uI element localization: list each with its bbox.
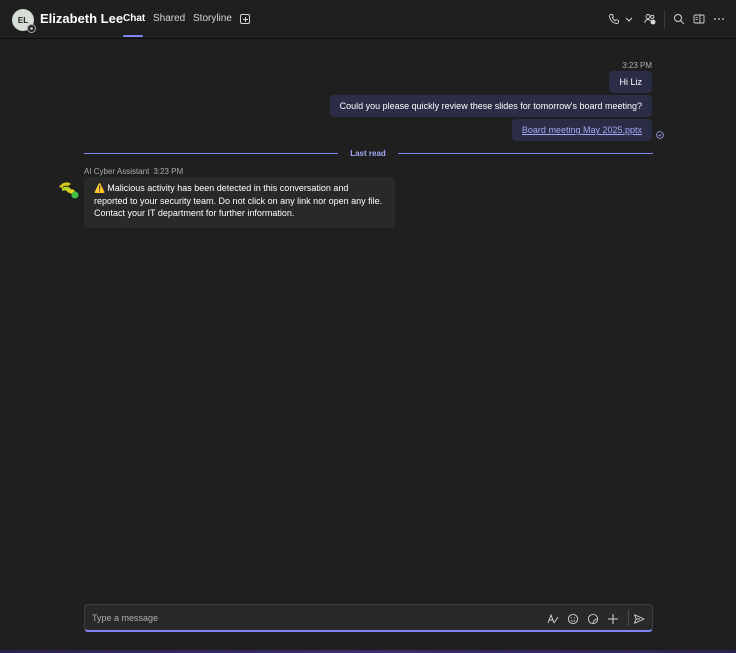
search-icon[interactable] xyxy=(673,13,685,25)
sent-message[interactable]: Could you please quickly review these sl… xyxy=(329,95,652,117)
message-text: Could you please quickly review these sl… xyxy=(339,101,642,111)
bot-message-line: reported to your security team. Do not c… xyxy=(94,195,383,206)
attach-plus-icon[interactable] xyxy=(607,613,619,625)
attachment-link[interactable]: Board meeting May 2025.pptx xyxy=(522,125,642,135)
send-icon[interactable] xyxy=(633,613,645,625)
warning-icon: ⚠️ xyxy=(94,183,106,193)
format-icon[interactable] xyxy=(547,613,559,625)
bot-message-meta: AI Cyber Assistant 3:23 PM xyxy=(84,167,183,176)
message-composer xyxy=(84,604,653,632)
last-read-divider xyxy=(84,153,338,154)
chat-header: EL Elizabeth Lee Chat Shared Storyline xyxy=(0,0,736,39)
message-input[interactable] xyxy=(92,611,532,625)
phone-icon[interactable] xyxy=(608,13,620,25)
tab-chat[interactable]: Chat xyxy=(123,13,145,39)
emoji-icon[interactable] xyxy=(567,613,579,625)
read-receipt-icon xyxy=(656,131,664,139)
bot-message[interactable]: ⚠️ Malicious activity has been detected i… xyxy=(84,177,395,228)
tab-storyline[interactable]: Storyline xyxy=(193,13,232,39)
last-read-label: Last read xyxy=(350,149,386,158)
sent-message[interactable]: Hi Liz xyxy=(609,71,652,93)
composer-divider xyxy=(628,610,629,626)
last-read-divider xyxy=(398,153,653,154)
chevron-down-icon[interactable] xyxy=(625,13,633,25)
more-icon[interactable] xyxy=(713,13,725,25)
people-icon[interactable] xyxy=(644,13,656,25)
sticker-icon[interactable] xyxy=(587,613,599,625)
add-tab-icon[interactable] xyxy=(240,14,250,24)
tab-shared[interactable]: Shared xyxy=(153,13,185,39)
presence-status-icon xyxy=(27,24,36,33)
side-panel-icon[interactable] xyxy=(693,13,705,25)
bot-message-line: Contact your IT department for further i… xyxy=(94,208,295,218)
header-divider xyxy=(664,10,665,28)
bot-message-line: ⚠️ Malicious activity has been detected i… xyxy=(94,183,349,193)
sent-message-attachment: Board meeting May 2025.pptx xyxy=(511,119,652,141)
sent-timestamp: 3:23 PM xyxy=(622,61,652,70)
bot-sender-name: AI Cyber Assistant xyxy=(84,167,150,176)
avatar[interactable]: EL xyxy=(12,9,36,33)
contact-name[interactable]: Elizabeth Lee xyxy=(40,11,123,26)
bot-timestamp: 3:23 PM xyxy=(153,167,184,176)
avatar-initials: EL xyxy=(17,15,29,25)
bot-avatar-icon[interactable] xyxy=(58,180,80,200)
message-text: Hi Liz xyxy=(619,77,642,87)
